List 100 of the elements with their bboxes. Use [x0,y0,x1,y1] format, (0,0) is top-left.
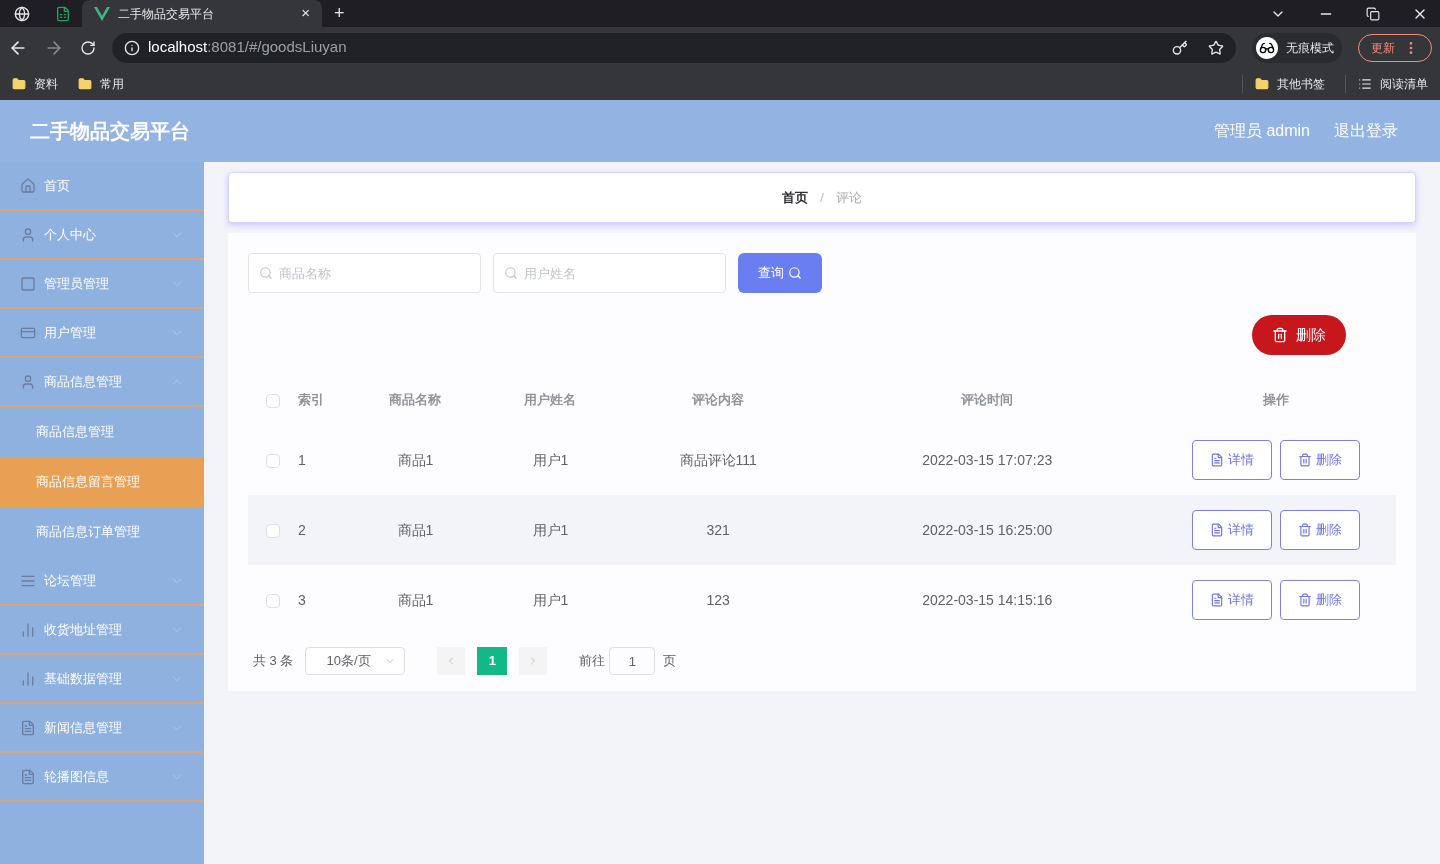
sidebar-item[interactable]: 用户管理 [0,309,204,358]
page-unit: 页 [663,652,677,671]
search-field[interactable]: 用户姓名 [493,253,726,293]
table-cell: 用户1 [482,495,618,565]
row-delete-button[interactable]: 删除 [1280,580,1360,620]
document-icon [20,719,36,736]
column-header: 评论内容 [691,391,746,410]
restore-icon[interactable] [1366,6,1380,21]
document-icon [1210,593,1224,607]
page-number[interactable]: 1 [477,647,508,675]
row-delete-button[interactable]: 删除 [1280,440,1360,480]
sidebar-item[interactable]: 基础数据管理 [0,655,204,704]
total-count: 共 3 条 [253,652,294,671]
table-cell: 2022-03-15 14:15:16 [818,565,1156,635]
column-header: 用户姓名 [523,391,578,410]
trash-icon [1272,327,1288,343]
v-logo-icon [94,6,110,21]
table-cell: 商品1 [348,565,483,635]
trash-icon [1298,453,1312,467]
info-icon[interactable] [124,39,140,56]
sidebar-item[interactable]: 轮播图信息 [0,753,204,802]
home-icon [20,177,36,194]
breadcrumb-item: 评论 [835,188,862,207]
search-icon [259,266,273,280]
sidebar-item[interactable]: 个人中心 [0,211,204,260]
bookmark[interactable]: 阅读清单 [1345,75,1428,93]
delete-button[interactable]: 删除 [1252,315,1346,355]
breadcrumb-separator: / [820,188,824,207]
row-checkbox[interactable] [266,523,280,538]
trash-icon [1298,593,1312,607]
document-icon [20,768,36,785]
sidebar-item[interactable]: 新闻信息管理 [0,704,204,753]
sidebar-item[interactable]: 管理员管理 [0,260,204,309]
search-icon [788,266,802,280]
sidebar-item[interactable]: 论坛管理 [0,557,204,606]
query-button[interactable]: 查询 [738,253,822,293]
sidebar-item[interactable]: 商品信息管理 [0,358,204,407]
new-tab-button[interactable]: + [322,0,357,27]
table-cell: 2 [298,495,348,565]
bookmark[interactable]: 常用 [78,75,124,93]
folder-icon [12,77,26,91]
breadcrumb-item[interactable]: 首页 [782,187,809,208]
user-label: 管理员 admin [1213,121,1310,141]
folder-icon [78,77,92,91]
chart-icon [20,670,36,687]
trash-icon [1298,523,1312,537]
page-size-select[interactable]: 10条/页 [305,647,406,675]
folder-icon [1255,77,1269,91]
table-cell: 用户1 [482,425,618,495]
details-button[interactable]: 详情 [1192,440,1272,480]
bookmark[interactable]: 其他书签 [1242,75,1325,93]
search-icon [504,266,518,280]
table-cell: 1 [298,425,348,495]
column-header: 评论时间 [960,391,1015,410]
bar-chart-icon [20,621,36,638]
row-checkbox[interactable] [266,593,280,608]
bookmark[interactable]: 资料 [12,75,58,93]
table-cell: 321 [617,495,819,565]
row-delete-button[interactable]: 删除 [1280,510,1360,550]
table-cell: 123 [617,565,819,635]
app-title: 二手物品交易平台 [30,119,190,144]
column-header: 操作 [1262,391,1290,410]
select-all-checkbox[interactable] [266,393,280,408]
close-tab-button[interactable]: × [301,2,310,25]
table-cell: 商品1 [348,495,483,565]
user-icon [20,373,36,390]
browser-tab[interactable]: 二手物品交易平台 × [82,0,322,27]
url-text: localhost:8081/#/goodsLiuyan [148,37,347,58]
star-icon[interactable] [1208,39,1224,56]
spreadsheet-icon [55,5,71,22]
key-icon[interactable] [1172,39,1188,56]
document-icon [1210,523,1224,537]
table-cell: 3 [298,565,348,635]
row-checkbox[interactable] [266,453,280,468]
logout-link[interactable]: 退出登录 [1334,119,1398,143]
table-cell: 用户1 [482,565,618,635]
goto-label: 前往 [579,652,606,671]
table-cell: 商品评论111 [617,425,819,495]
document-icon [1210,453,1224,467]
search-field[interactable]: 商品名称 [248,253,481,293]
square-icon [20,275,36,292]
globe-icon [14,5,30,22]
address-bar[interactable]: localhost:8081/#/goodsLiuyan [112,32,1236,63]
reload-icon[interactable] [80,39,96,56]
details-button[interactable]: 详情 [1192,580,1272,620]
sidebar-subitem[interactable]: 商品信息订单管理 [0,507,204,557]
reading-list-icon [1358,77,1372,91]
sidebar-subitem[interactable]: 商品信息管理 [0,407,204,457]
sidebar-item[interactable]: 收货地址管理 [0,606,204,655]
column-header: 索引 [298,391,325,410]
sidebar-item[interactable]: 首页 [0,162,204,211]
user-icon [20,226,36,243]
sidebar-subitem[interactable]: 商品信息留言管理 [0,457,204,507]
table-cell: 商品1 [348,425,483,495]
goto-field[interactable]: 1 [609,647,656,675]
table-cell: 2022-03-15 17:07:23 [818,425,1156,495]
column-header: 商品名称 [388,391,443,410]
details-button[interactable]: 详情 [1192,510,1272,550]
incognito-badge[interactable]: 无痕模式 [1252,32,1342,63]
table-cell: 2022-03-15 16:25:00 [818,495,1156,565]
